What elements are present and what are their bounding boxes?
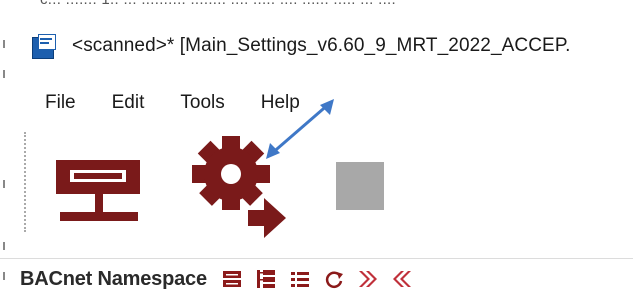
previous-icon[interactable] [391, 268, 413, 290]
menu-edit[interactable]: Edit [106, 92, 151, 114]
namespace-toolbar [221, 268, 425, 290]
app-icon [30, 32, 58, 60]
annotation-arrow [266, 99, 334, 159]
stop-button[interactable] [336, 162, 384, 210]
menu-file[interactable]: File [39, 92, 82, 114]
cropped-previous-line: c... ....... 1.. ... .......... ........… [0, 0, 633, 10]
network-device-icon [56, 160, 140, 221]
collapse-icon[interactable] [221, 268, 243, 290]
network-device-button[interactable] [50, 150, 150, 240]
stop-square-icon [336, 162, 384, 210]
refresh-icon[interactable] [323, 268, 345, 290]
namespace-label: BACnet Namespace [20, 267, 207, 290]
window-title: <scanned>* [Main_Settings_v6.60_9_MRT_20… [72, 35, 571, 56]
next-icon[interactable] [357, 268, 379, 290]
menu-tools[interactable]: Tools [174, 92, 230, 114]
tree-expand-icon[interactable] [255, 268, 277, 290]
namespace-bar: BACnet Namespace [0, 258, 633, 299]
list-icon[interactable] [289, 268, 311, 290]
title-bar[interactable]: <scanned>* [Main_Settings_v6.60_9_MRT_20… [10, 26, 633, 66]
